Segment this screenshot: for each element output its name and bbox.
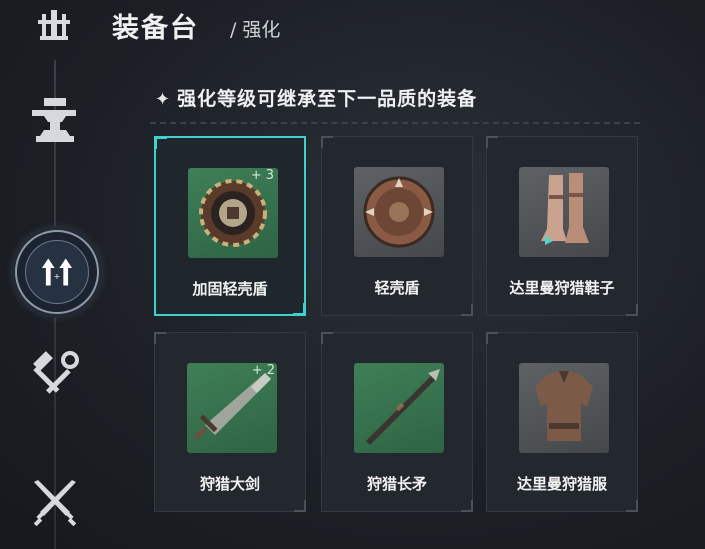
svg-text:+: + <box>54 272 61 281</box>
item-thumbnail <box>354 363 444 453</box>
tower-icon[interactable] <box>34 6 74 44</box>
item-name: 加固轻壳盾 <box>192 280 268 298</box>
enhance-level-badge: + 2 <box>251 363 275 378</box>
item-thumbnail <box>354 167 444 257</box>
anvil-icon <box>32 98 76 142</box>
equipment-card[interactable]: + 2 狩猎大剑 <box>154 332 306 512</box>
notice-text: ✦ 强化等级可继承至下一品质的装备 <box>155 84 477 111</box>
item-thumbnail <box>519 363 609 453</box>
sidebar-item-weapons[interactable] <box>22 470 88 536</box>
crossed-swords-icon <box>33 480 77 527</box>
spear-icon <box>366 369 440 445</box>
notice-label: 强化等级可继承至下一品质的装备 <box>177 88 478 110</box>
enhance-level-badge: + 3 <box>250 168 274 183</box>
breadcrumb-separator: / <box>230 19 237 41</box>
equipment-card[interactable]: 达里曼狩猎服 <box>486 332 638 512</box>
equipment-card[interactable]: 狩猎长矛 <box>321 332 473 512</box>
upgrade-arrows-icon: + <box>41 258 73 286</box>
page-title: 装备台 <box>112 13 199 44</box>
breadcrumb: / 强化 <box>230 15 280 42</box>
item-name: 达里曼狩猎服 <box>516 475 607 493</box>
header: 装备台 / 强化 <box>0 0 705 60</box>
item-thumbnail <box>519 167 609 257</box>
equipment-card[interactable]: + 3 加固轻壳盾 <box>154 136 306 316</box>
hammer-wrench-icon <box>33 351 79 394</box>
equipment-card[interactable]: 轻壳盾 <box>321 136 473 316</box>
equipment-grid: + 3 加固轻壳盾 轻壳盾 达里曼狩猎鞋子 + 2 狩猎大剑 狩猎长矛 达里曼狩… <box>154 136 644 540</box>
boots-icon <box>541 173 589 245</box>
sparkle-icon: ✦ <box>155 89 172 110</box>
divider <box>150 122 640 124</box>
item-name: 轻壳盾 <box>374 279 420 297</box>
item-name: 狩猎大剑 <box>199 475 260 493</box>
shield-icon <box>363 176 435 248</box>
sidebar-item-craft[interactable] <box>22 342 88 408</box>
armor-icon <box>535 371 593 441</box>
sidebar: + <box>0 60 110 549</box>
breadcrumb-current[interactable]: 强化 <box>242 19 280 41</box>
equipment-card[interactable]: 达里曼狩猎鞋子 <box>486 136 638 316</box>
item-name: 狩猎长矛 <box>366 475 427 493</box>
sidebar-item-anvil[interactable] <box>22 88 88 154</box>
sidebar-item-upgrade[interactable]: + <box>15 230 99 314</box>
item-name: 达里曼狩猎鞋子 <box>509 279 615 297</box>
